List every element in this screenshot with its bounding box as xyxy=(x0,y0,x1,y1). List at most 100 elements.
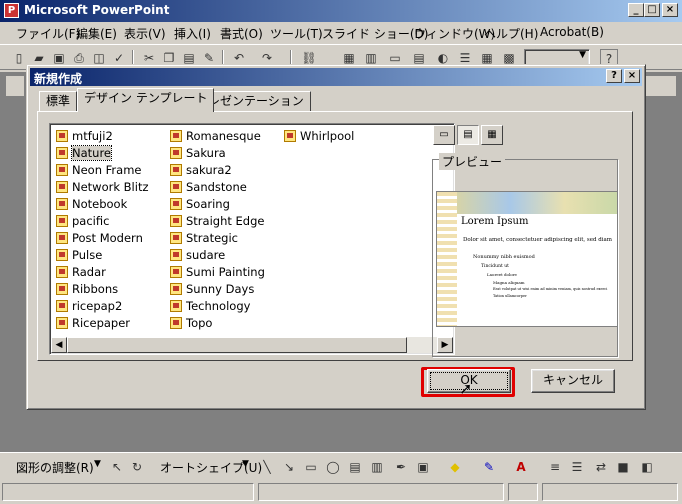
template-label: Pulse xyxy=(72,248,103,262)
template-file-icon xyxy=(170,300,182,312)
template-file-icon xyxy=(170,232,182,244)
template-item[interactable]: Strategic xyxy=(170,230,238,246)
preview-bullet-5: Magna aliquam xyxy=(493,280,525,285)
template-item[interactable]: Neon Frame xyxy=(56,162,142,178)
template-item[interactable]: Sunny Days xyxy=(170,281,254,297)
scroll-left-button[interactable]: ◀ xyxy=(51,337,67,353)
template-file-icon xyxy=(170,147,182,159)
template-label: Topo xyxy=(186,316,213,330)
template-item[interactable]: Sandstone xyxy=(170,179,247,195)
adjust-shapes-menu[interactable]: 図形の調整(R) xyxy=(16,459,94,476)
template-file-icon xyxy=(56,317,68,329)
shadow-icon[interactable]: ■ xyxy=(614,458,632,476)
menu-help[interactable]: ヘルプ(H) xyxy=(484,25,538,42)
template-item[interactable]: Pulse xyxy=(56,247,102,263)
3d-icon[interactable]: ◧ xyxy=(638,458,656,476)
status-extra xyxy=(542,483,678,501)
template-label: Sunny Days xyxy=(186,282,255,296)
arrow-style-icon[interactable]: ⇄ xyxy=(592,458,610,476)
menu-format[interactable]: 書式(O) xyxy=(220,25,263,42)
line-color-icon[interactable]: ✎ xyxy=(480,458,498,476)
template-item[interactable]: pacific xyxy=(56,213,109,229)
template-item[interactable]: Whirlpool xyxy=(284,128,354,144)
large-icons-view-button[interactable]: ▭ xyxy=(433,125,455,145)
template-file-icon xyxy=(170,317,182,329)
template-item[interactable]: Sumi Painting xyxy=(170,264,265,280)
template-file-icon xyxy=(56,130,68,142)
template-list[interactable]: mtfuji2 Nature Neon Frame Network Blitz Note… xyxy=(49,123,455,355)
textbox-icon[interactable]: ▤ xyxy=(346,458,364,476)
template-file-icon xyxy=(170,249,182,261)
menu-view[interactable]: 表示(V) xyxy=(124,25,166,42)
template-item[interactable]: Radar xyxy=(56,264,106,280)
template-item[interactable]: Straight Edge xyxy=(170,213,264,229)
fill-color-icon[interactable]: ◆ xyxy=(446,458,464,476)
close-button[interactable]: × xyxy=(662,3,678,17)
wordart-icon[interactable]: ✒ xyxy=(392,458,410,476)
dialog-close-button[interactable]: × xyxy=(624,69,640,83)
template-item[interactable]: ricepap2 xyxy=(56,298,122,314)
dash-style-icon[interactable]: ☰ xyxy=(568,458,586,476)
minimize-button[interactable]: _ xyxy=(628,3,644,17)
status-slide xyxy=(2,483,254,501)
template-item[interactable]: Network Blitz xyxy=(56,179,149,195)
oval-icon[interactable]: ◯ xyxy=(324,458,342,476)
template-item[interactable]: Post Modern xyxy=(56,230,143,246)
template-label: mtfuji2 xyxy=(72,129,113,143)
template-label: Radar xyxy=(72,265,106,279)
template-label: sakura2 xyxy=(186,163,232,177)
template-item[interactable]: Ricepaper xyxy=(56,315,130,331)
template-label: Strategic xyxy=(186,231,238,245)
template-file-icon xyxy=(170,266,182,278)
preview-bullet-2: Nonummy nibh euismod xyxy=(473,254,535,260)
menu-acrobat[interactable]: Acrobat(B) xyxy=(540,25,604,39)
template-item[interactable]: Sakura xyxy=(170,145,226,161)
template-item[interactable]: sudare xyxy=(170,247,225,263)
horizontal-scrollbar[interactable]: ◀ ▶ xyxy=(51,337,453,353)
dialog-titlebar: 新規作成 ? × xyxy=(30,68,642,86)
details-view-button[interactable]: ▦ xyxy=(481,125,503,145)
tab-standard[interactable]: 標準 xyxy=(39,91,78,111)
template-item[interactable]: Nature xyxy=(56,145,112,161)
tab-design-template[interactable]: デザイン テンプレート xyxy=(77,88,215,112)
preview-bullet-1: Dolor sit amet, consectetuer adipiscing … xyxy=(463,237,613,243)
template-label: sudare xyxy=(186,248,226,262)
template-item[interactable]: Soaring xyxy=(170,196,230,212)
menu-file[interactable]: ファイル(F) xyxy=(16,25,80,42)
pane-edge xyxy=(646,76,676,96)
font-color-icon[interactable]: A xyxy=(512,458,530,476)
cancel-button[interactable]: キャンセル xyxy=(531,369,615,393)
preview-title: Lorem Ipsum xyxy=(461,216,529,227)
template-item[interactable]: Romanesque xyxy=(170,128,261,144)
template-item[interactable]: mtfuji2 xyxy=(56,128,113,144)
list-view-button[interactable]: ▤ xyxy=(457,125,479,145)
template-label: Post Modern xyxy=(72,231,143,245)
template-item[interactable]: Ribbons xyxy=(56,281,118,297)
template-file-icon xyxy=(170,283,182,295)
select-arrow-icon[interactable]: ↖ xyxy=(108,458,126,476)
rotate-icon[interactable]: ↻ xyxy=(128,458,146,476)
menu-insert[interactable]: 挿入(I) xyxy=(174,25,211,42)
template-item[interactable]: Notebook xyxy=(56,196,127,212)
drawing-toolbar: 図形の調整(R) ▼ ↖ ↻ オートシェイプ(U) ▼ ╲ ↘ ▭ ◯ ▤ ▥ … xyxy=(0,452,682,480)
template-preview-image: Lorem Ipsum Dolor sit amet, consectetuer… xyxy=(436,191,618,327)
dialog-title: 新規作成 xyxy=(34,72,83,86)
template-item[interactable]: Technology xyxy=(170,298,250,314)
powerpoint-icon: P xyxy=(4,3,19,18)
template-file-icon xyxy=(56,198,68,210)
arrow-icon[interactable]: ↘ xyxy=(280,458,298,476)
clipart-icon[interactable]: ▣ xyxy=(414,458,432,476)
menu-slideshow[interactable]: スライド ショー(D) xyxy=(322,25,428,42)
template-file-icon xyxy=(170,215,182,227)
rectangle-icon[interactable]: ▭ xyxy=(302,458,320,476)
line-icon[interactable]: ╲ xyxy=(258,458,276,476)
dialog-help-button[interactable]: ? xyxy=(606,69,622,83)
line-style-icon[interactable]: ≡ xyxy=(546,458,564,476)
scroll-thumb[interactable] xyxy=(67,337,407,353)
template-item[interactable]: sakura2 xyxy=(170,162,232,178)
menu-edit[interactable]: 編集(E) xyxy=(76,25,117,42)
template-item[interactable]: Topo xyxy=(170,315,212,331)
menu-tools[interactable]: ツール(T) xyxy=(270,25,323,42)
maximize-button[interactable]: □ xyxy=(644,3,660,17)
vertical-textbox-icon[interactable]: ▥ xyxy=(368,458,386,476)
